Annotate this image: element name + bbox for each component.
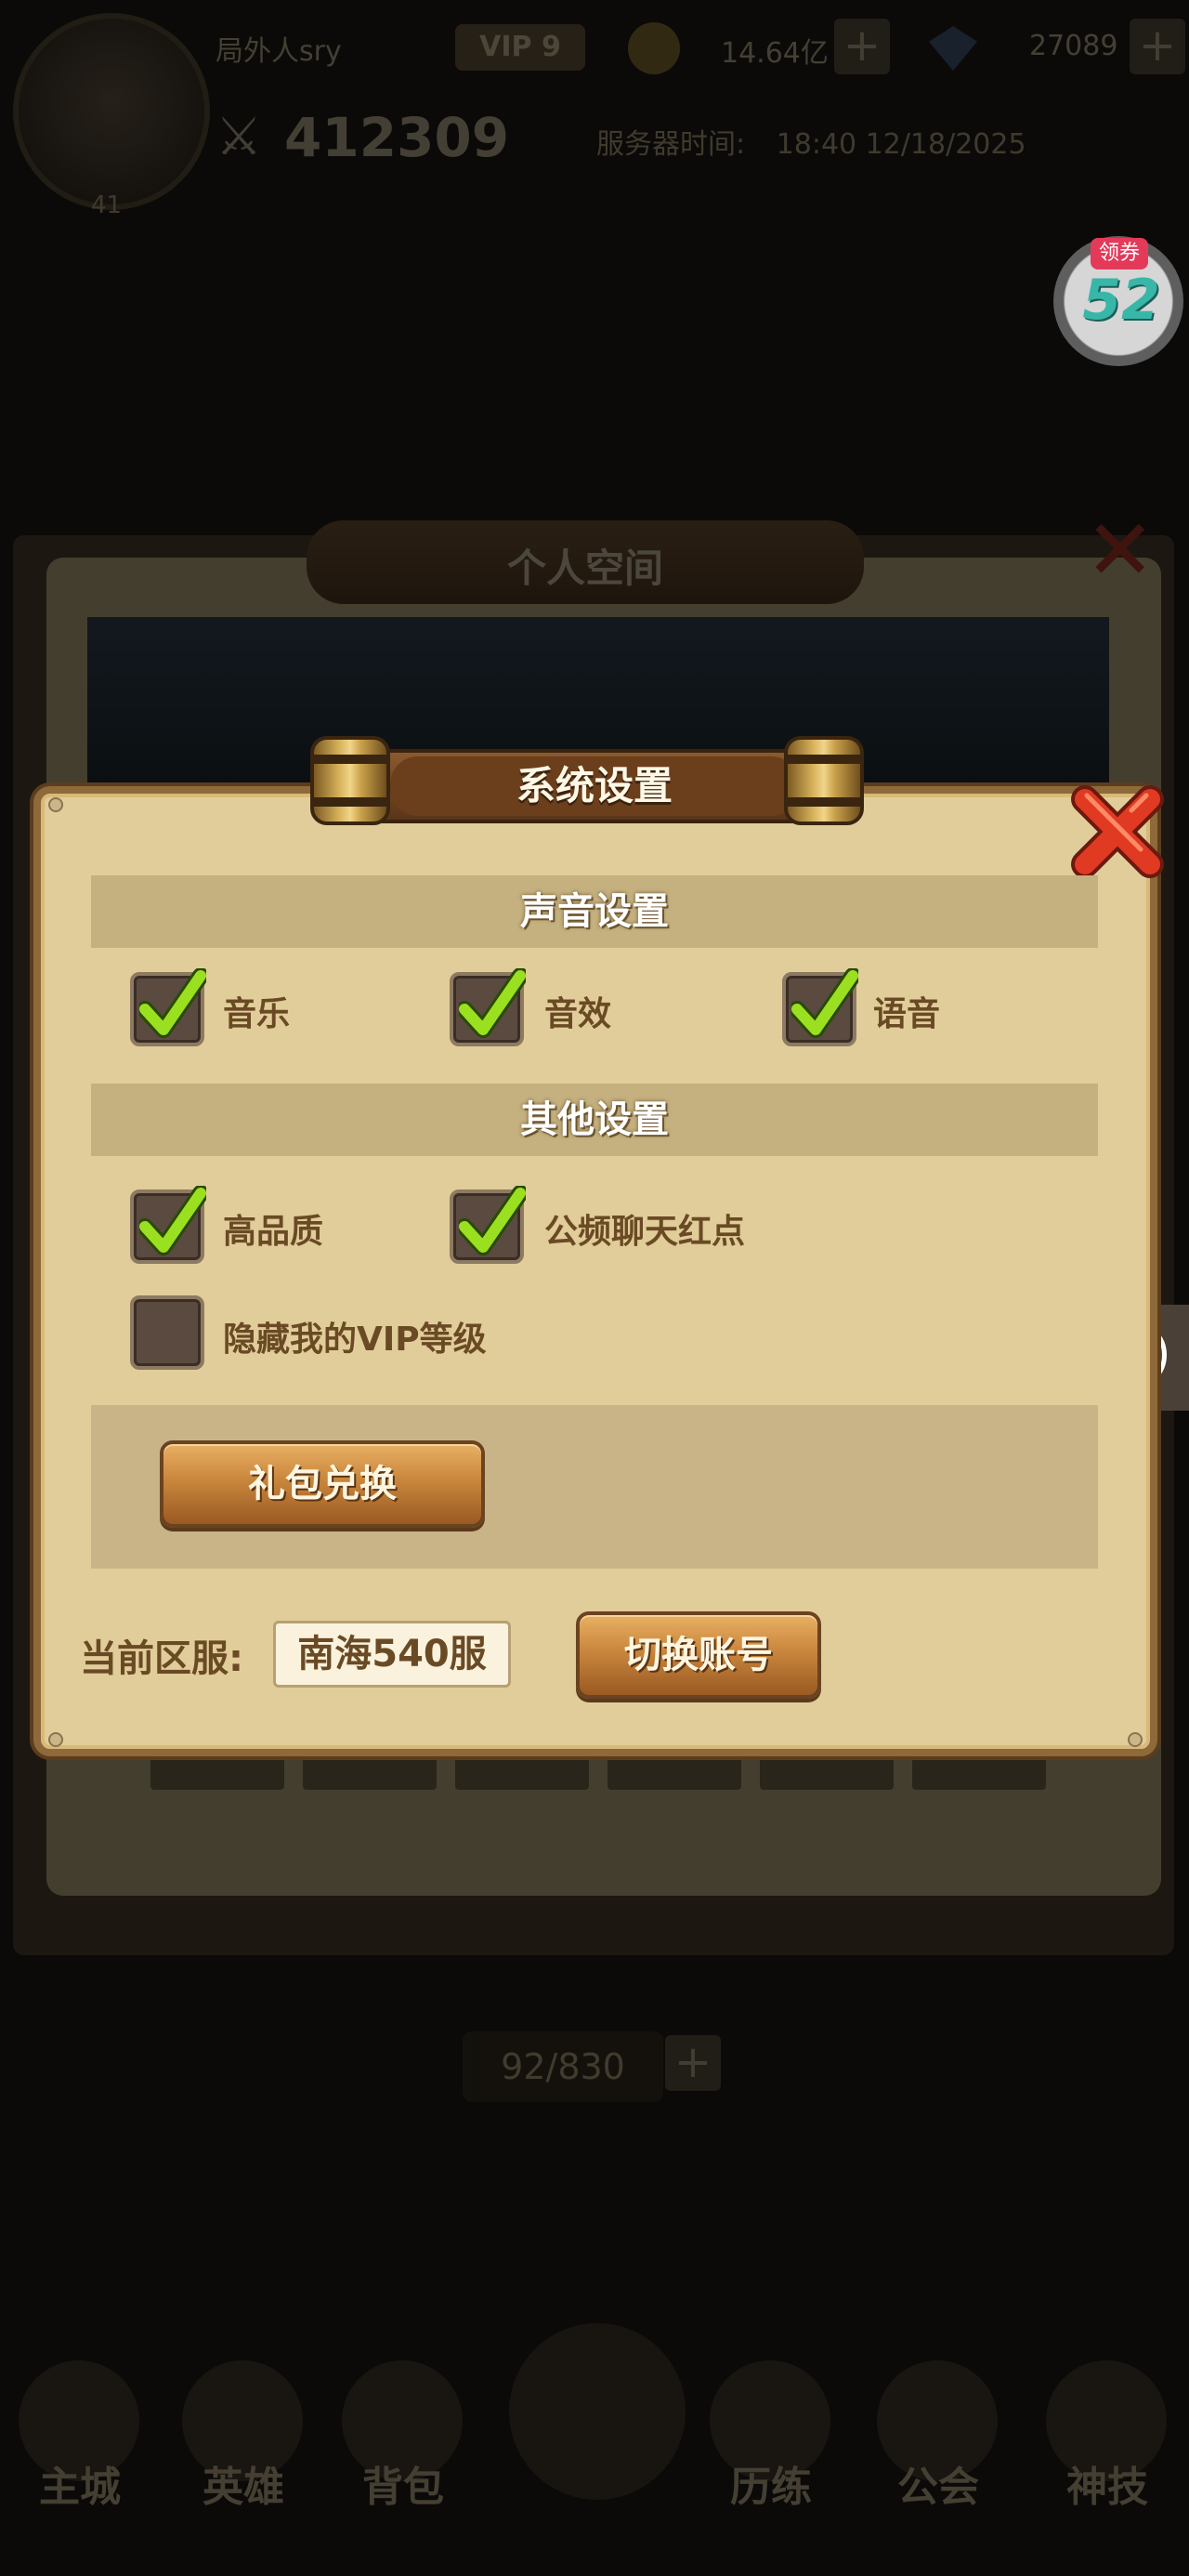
high-quality-label: 高品质 xyxy=(223,1213,324,1251)
high-quality-checkbox[interactable] xyxy=(130,1186,206,1264)
nav-item-skills: 神技 xyxy=(1066,2464,1148,2511)
current-server-value: 南海540服 xyxy=(273,1621,511,1688)
gold-coin-icon xyxy=(628,22,680,74)
voice-checkbox[interactable] xyxy=(782,968,858,1046)
player-name: 局外人sry xyxy=(216,35,342,68)
bottom-nav: 主城 英雄 背包 历练 公会 神技 xyxy=(0,2323,1189,2576)
gift-redeem-button[interactable]: 礼包兑换 xyxy=(160,1440,485,1528)
collection-count: 92/830 xyxy=(463,2031,663,2102)
nav-item-backpack: 背包 xyxy=(362,2464,444,2511)
player-level: 41 xyxy=(91,191,123,219)
sound-effects-label: 音效 xyxy=(544,995,612,1033)
combat-power: 412309 xyxy=(284,106,510,169)
hero-card xyxy=(912,1756,1046,1790)
gem-amount: 27089 xyxy=(1029,30,1118,62)
rivet xyxy=(1128,1732,1143,1747)
personal-space-title: 个人空间 xyxy=(506,545,663,591)
close-icon[interactable] xyxy=(1066,781,1169,883)
hide-vip-label: 隐藏我的VIP等级 xyxy=(223,1321,487,1359)
coupon-number[interactable]: 52 xyxy=(1079,268,1163,333)
hero-card xyxy=(150,1756,284,1790)
checkmark-icon xyxy=(139,968,206,1038)
server-time: 服务器时间: 18:40 12/18/2025 xyxy=(596,121,1026,162)
hero-card xyxy=(303,1756,437,1790)
voice-label: 语音 xyxy=(873,995,941,1033)
rivet xyxy=(48,1732,63,1747)
server-time-value: 18:40 12/18/2025 xyxy=(776,128,1026,161)
checkmark-icon xyxy=(139,1186,206,1255)
hero-card xyxy=(455,1756,589,1790)
hero-card-row xyxy=(150,1756,1065,1794)
gold-amount: 14.64亿 xyxy=(721,37,829,70)
server-time-label: 服务器时间: xyxy=(596,128,746,161)
current-server-label: 当前区服: xyxy=(80,1637,243,1680)
sound-settings-title: 声音设置 xyxy=(520,890,669,933)
checkmark-icon xyxy=(791,968,858,1038)
public-chat-dot-label: 公频聊天红点 xyxy=(544,1213,746,1251)
music-label: 音乐 xyxy=(223,995,291,1033)
skull-icon xyxy=(509,2323,686,2500)
hero-card xyxy=(608,1756,741,1790)
player-avatar xyxy=(13,13,210,210)
public-chat-dot-checkbox[interactable] xyxy=(450,1186,526,1264)
nav-item-city: 主城 xyxy=(39,2464,121,2511)
nav-item-guild: 公会 xyxy=(897,2464,979,2511)
sound-effects-checkbox[interactable] xyxy=(450,968,526,1046)
vip-badge: VIP 9 xyxy=(455,24,585,71)
rivet xyxy=(48,797,63,812)
personal-space-close-icon: ✕ xyxy=(1085,502,1156,599)
hide-vip-checkbox[interactable] xyxy=(130,1295,204,1370)
coupon-tag[interactable]: 领券 xyxy=(1091,238,1148,269)
music-checkbox[interactable] xyxy=(130,968,206,1046)
nav-item-heroes: 英雄 xyxy=(203,2464,284,2511)
collection-add-button: + xyxy=(665,2035,721,2091)
add-gem-button: + xyxy=(1130,19,1185,74)
checkmark-icon xyxy=(459,1186,526,1255)
crossed-swords-icon: ⚔ xyxy=(216,107,263,167)
checkmark-icon xyxy=(459,968,526,1038)
hero-card xyxy=(760,1756,894,1790)
dialog-title: 系统设置 xyxy=(516,763,673,808)
diamond-icon xyxy=(929,26,977,71)
add-gold-button: + xyxy=(834,19,890,74)
switch-account-button[interactable]: 切换账号 xyxy=(576,1611,821,1699)
other-settings-title: 其他设置 xyxy=(520,1098,669,1141)
nav-item-adventure: 历练 xyxy=(730,2464,812,2511)
